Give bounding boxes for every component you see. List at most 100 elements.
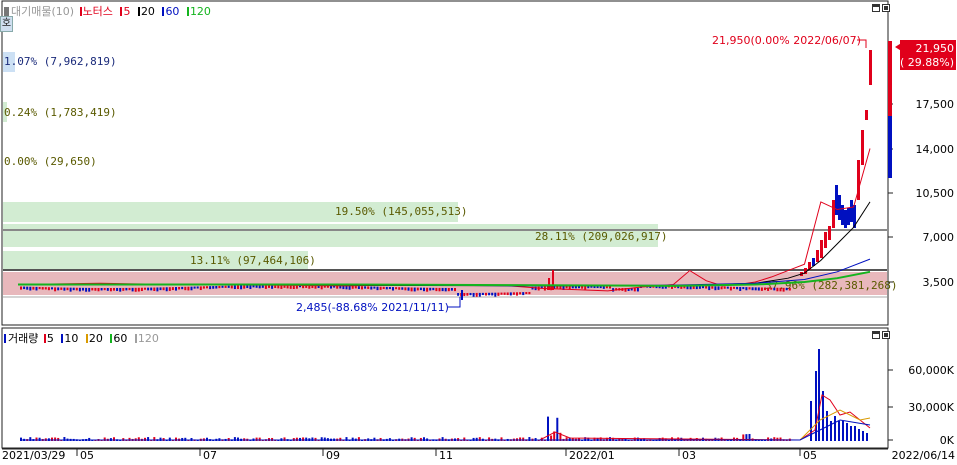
candle <box>351 286 354 289</box>
candle <box>202 286 205 289</box>
vol-ma20[interactable]: 20 <box>85 332 105 345</box>
candle <box>438 287 441 292</box>
candle <box>85 287 88 292</box>
price-range-bar-up <box>888 41 892 116</box>
candle <box>528 291 531 295</box>
volume-bar <box>144 437 146 441</box>
candle <box>69 287 72 292</box>
candle <box>97 287 100 292</box>
volume-bar <box>556 417 559 441</box>
legend-ma5[interactable]: 5 <box>120 5 132 18</box>
volume-bar-spike <box>850 426 852 441</box>
candle <box>88 287 91 292</box>
legend-title[interactable]: 대기매물(10) <box>11 5 74 18</box>
candle <box>729 286 732 291</box>
candle <box>708 286 711 291</box>
vol-ma5-label: 5 <box>46 332 54 345</box>
candle <box>485 292 487 296</box>
volume-bar <box>413 437 416 441</box>
volume-bar <box>472 437 475 441</box>
maximize-price-pane-icon[interactable] <box>872 4 880 12</box>
candle <box>144 287 146 290</box>
candle <box>187 286 190 291</box>
legend-ma20[interactable]: 20 <box>137 5 157 18</box>
candle <box>168 287 171 291</box>
ma20-label: 20 <box>140 5 155 18</box>
candle <box>481 292 484 296</box>
candle <box>196 286 199 289</box>
candle <box>75 287 78 291</box>
candle <box>751 287 754 291</box>
candle <box>757 287 760 291</box>
y-tick-label: 14,000 <box>916 143 955 156</box>
volume-bar-spike <box>818 349 820 441</box>
candle <box>733 286 735 289</box>
vol-tick-label: 30,000K <box>908 401 954 414</box>
candle-rally <box>838 195 841 220</box>
legend-ma120[interactable]: 120 <box>186 5 213 18</box>
candle <box>178 286 181 290</box>
candle-rally <box>841 205 844 225</box>
vol-ma120[interactable]: 120 <box>134 332 161 345</box>
candle <box>779 287 782 292</box>
candle <box>23 286 26 290</box>
volume-bar-spike <box>858 429 860 441</box>
candle <box>463 292 466 297</box>
candle <box>215 285 218 289</box>
candle <box>723 286 726 289</box>
candle <box>568 285 571 290</box>
side-tab[interactable]: 호 <box>0 16 13 32</box>
candle-rally <box>847 208 850 225</box>
vol-ma60-label: 60 <box>113 332 128 345</box>
x-tick-label: 05 <box>803 449 817 462</box>
vol-ma5[interactable]: 5 <box>43 332 56 345</box>
candle <box>122 287 125 291</box>
candle <box>457 292 460 296</box>
candle <box>134 287 137 292</box>
candle <box>171 287 174 291</box>
candle <box>416 287 419 291</box>
close-volume-pane-icon[interactable] <box>882 331 890 339</box>
legend-stock-name[interactable]: 노터스 <box>79 5 115 18</box>
volume-bar <box>379 437 382 441</box>
candle <box>240 285 243 290</box>
profile-label: 28.11% (209,026,917) <box>535 230 667 243</box>
candle <box>44 287 47 290</box>
candle <box>32 286 35 290</box>
candle <box>60 287 63 290</box>
candle <box>494 292 497 297</box>
close-price-pane-icon[interactable] <box>882 4 890 12</box>
candle <box>559 286 562 289</box>
candle <box>395 287 398 290</box>
candle <box>506 292 509 296</box>
candle <box>376 286 379 291</box>
legend-ma60[interactable]: 60 <box>162 5 181 18</box>
candle-rally <box>824 232 827 248</box>
candle <box>441 287 444 292</box>
candle <box>742 287 745 290</box>
vol-ma60[interactable]: 60 <box>110 332 129 345</box>
candle <box>705 286 708 289</box>
candle <box>472 292 475 297</box>
candle <box>404 287 407 291</box>
y-tick-label: 17,500 <box>916 98 955 111</box>
x-start-date: 2021/03/29 <box>2 449 65 462</box>
volume-legend: 거래량 5 10 20 60 120 <box>4 330 163 346</box>
candle-rally <box>865 110 868 120</box>
candle <box>66 287 69 291</box>
candle-rally <box>861 130 864 165</box>
candle <box>212 286 215 289</box>
candle <box>54 287 57 292</box>
profile-label: 1.07% (7,962,819) <box>4 55 117 68</box>
candle <box>162 287 165 291</box>
vol-ma5-marker-icon <box>43 334 46 343</box>
candle <box>454 287 456 292</box>
vol-ma10[interactable]: 10 <box>61 332 80 345</box>
ma120-marker-icon <box>186 7 189 16</box>
maximize-volume-pane-icon[interactable] <box>872 331 880 339</box>
candle <box>736 286 739 290</box>
y-tick-label: 3,500 <box>923 276 955 289</box>
volume-legend-title[interactable]: 거래량 <box>8 332 38 345</box>
candle <box>35 286 38 291</box>
candle <box>373 286 376 289</box>
